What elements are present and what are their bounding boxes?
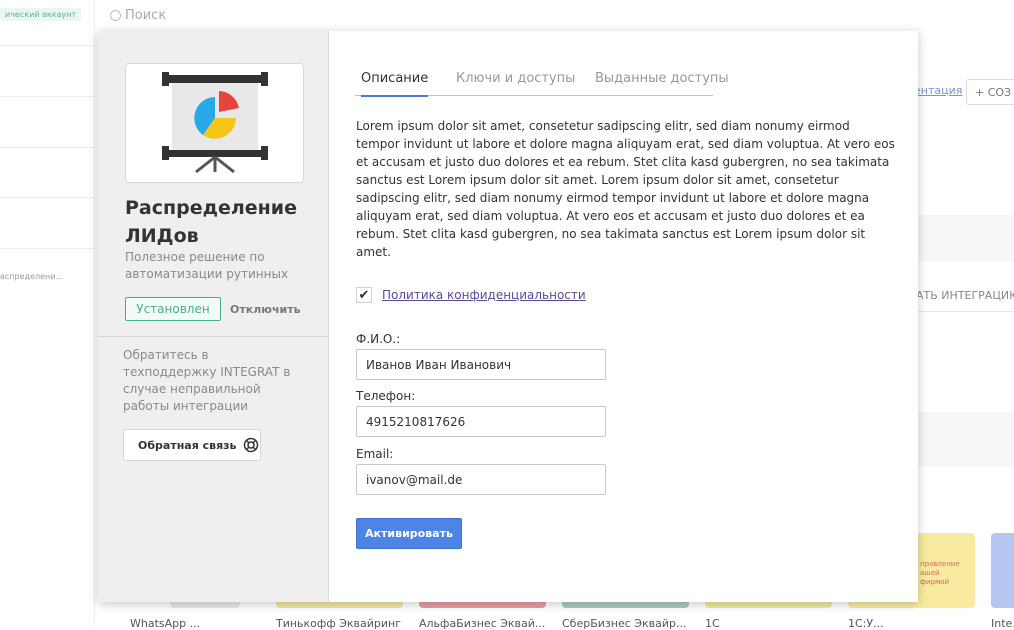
sidebar-divider: [0, 147, 94, 148]
feedback-button[interactable]: Обратная связь: [123, 429, 261, 461]
tab-bar: Описание Ключи и доступы Выданные доступ…: [355, 71, 729, 97]
lifebuoy-icon: [243, 437, 258, 453]
card-title: СберБизнес Эквайр...: [562, 617, 687, 630]
sidebar-divider: [0, 248, 94, 249]
sidebar-divider: [0, 96, 94, 97]
card-title: 1С: [705, 617, 720, 630]
search-icon: [110, 10, 121, 21]
modal-content: Описание Ключи и доступы Выданные доступ…: [329, 31, 918, 602]
checkmark-icon: ✔: [358, 287, 370, 303]
tab-description[interactable]: Описание: [361, 71, 429, 97]
modal-sidebar: Распределение ЛИДов Полезное решение по …: [98, 31, 329, 602]
create-integration-button[interactable]: АТЬ ИНТЕГРАЦИЮ: [916, 289, 1014, 302]
name-field[interactable]: [356, 349, 606, 380]
name-label: Ф.И.О.:: [356, 332, 401, 346]
card-caption: правление ашей фирмой: [920, 560, 960, 586]
background-sidebar: ический аккаунт аспределени...: [0, 0, 95, 625]
app-logo: [125, 63, 304, 183]
create-button[interactable]: + СОЗ: [966, 79, 1014, 105]
privacy-row: ✔ Политика конфиденциальности: [356, 287, 586, 303]
privacy-policy-link[interactable]: Политика конфиденциальности: [382, 288, 586, 302]
account-badge: ический аккаунт: [0, 8, 82, 21]
privacy-checkbox[interactable]: ✔: [356, 287, 372, 303]
divider: [98, 336, 328, 337]
sidebar-item-label: аспределени...: [0, 272, 64, 281]
sidebar-divider: [0, 197, 94, 198]
feedback-label: Обратная связь: [138, 438, 237, 452]
background-search[interactable]: Поиск: [110, 8, 166, 23]
card-title: Тинькофф Эквайринг: [276, 617, 402, 630]
phone-field[interactable]: [356, 406, 606, 437]
card-title: WhatsApp ...: [130, 617, 201, 630]
installed-status-button[interactable]: Установлен: [125, 297, 221, 321]
documentation-link[interactable]: ентация: [914, 84, 962, 97]
card-title: 1С:У...: [848, 617, 884, 630]
phone-label: Телефон:: [356, 389, 416, 403]
background-band: [918, 412, 1014, 467]
integration-card[interactable]: [991, 533, 1014, 608]
app-title: Распределение ЛИДов: [125, 197, 297, 247]
sidebar-divider: [0, 45, 94, 46]
presentation-chart-icon: [162, 72, 268, 174]
card-title: АльфаБизнес Эквай...: [419, 617, 546, 630]
divider: [916, 311, 1014, 312]
email-field[interactable]: [356, 464, 606, 495]
support-text: Обратитесь в техподдержку INTEGRAT в слу…: [123, 348, 291, 413]
card-title: Inte...: [991, 617, 1014, 630]
integration-modal: Распределение ЛИДов Полезное решение по …: [98, 31, 918, 602]
background-band: [918, 215, 1014, 261]
tab-keys-access[interactable]: Ключи и доступы: [456, 71, 575, 95]
description-text: Lorem ipsum dolor sit amet, consetetur s…: [356, 119, 895, 259]
email-label: Email:: [356, 447, 394, 461]
tab-issued-access[interactable]: Выданные доступы: [595, 71, 729, 95]
activate-button[interactable]: Активировать: [356, 518, 462, 549]
search-placeholder: Поиск: [125, 8, 167, 23]
app-subtitle: Полезное решение по автоматизации рутинн…: [125, 250, 289, 281]
disable-button[interactable]: Отключить: [230, 303, 301, 316]
